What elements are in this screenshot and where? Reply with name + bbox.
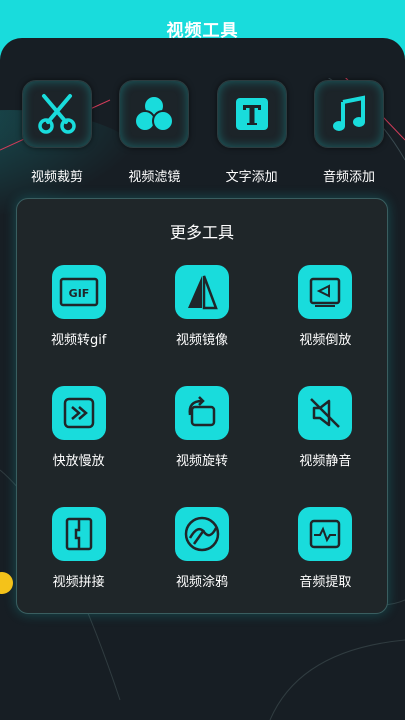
tool-label: 音频添加 [322, 170, 375, 185]
tool-label: 视频涂鸦 [175, 575, 228, 590]
page-title: 视频工具 [166, 21, 239, 41]
audio-extract-icon [310, 519, 341, 549]
tool-label: 快放慢放 [52, 454, 105, 469]
more-tools-panel: 更多工具 GIF 视频转gif 视频镜像 视频倒放 快放慢放 视频旋转 视频静音… [16, 198, 388, 614]
tool-video-mirror[interactable]: 视频镜像 [140, 265, 263, 348]
tool-label: 视频静音 [299, 454, 352, 469]
tool-tile [174, 265, 229, 319]
panel-title: 更多工具 [169, 223, 234, 242]
tool-tile [174, 386, 229, 440]
tool-label: 视频旋转 [175, 454, 228, 469]
tool-tile [119, 80, 190, 148]
gif-icon: GIF [59, 277, 98, 307]
tool-tile [51, 507, 106, 561]
tool-audio-add[interactable]: 音频添加 [310, 80, 388, 190]
rotate-icon [188, 396, 216, 427]
music-note-icon [332, 95, 365, 131]
tool-tile [174, 507, 229, 561]
tool-label: 视频裁剪 [30, 170, 83, 185]
header-curve [0, 38, 405, 78]
tool-label: 文字添加 [225, 170, 278, 185]
doodle-icon [184, 516, 220, 552]
tool-tile [51, 386, 106, 440]
tool-tile [298, 265, 353, 319]
tool-audio-extract[interactable]: 音频提取 [264, 507, 387, 590]
tool-tile [298, 507, 353, 561]
text-T-icon [235, 98, 268, 130]
scissors-icon [38, 94, 76, 134]
tool-label: 视频转gif [50, 333, 107, 348]
decorative-dot [0, 572, 13, 594]
tool-video-splice[interactable]: 视频拼接 [17, 507, 140, 590]
tools-grid: GIF 视频转gif 视频镜像 视频倒放 快放慢放 视频旋转 视频静音 视频拼接… [17, 265, 387, 590]
tool-tile [216, 80, 287, 148]
reverse-icon [310, 277, 341, 307]
tool-video-filter[interactable]: 视频滤镜 [115, 80, 193, 190]
tool-text-add[interactable]: 文字添加 [213, 80, 291, 190]
mute-icon [310, 398, 341, 428]
tool-label: 视频倒放 [299, 333, 352, 348]
tool-label: 音频提取 [299, 575, 352, 590]
svg-text:GIF: GIF [68, 287, 89, 300]
tool-tile [313, 80, 384, 148]
tool-video-crop[interactable]: 视频裁剪 [18, 80, 96, 190]
filter-circles-icon [134, 95, 175, 132]
tool-label: 视频拼接 [52, 575, 105, 590]
tool-label: 视频镜像 [175, 333, 228, 348]
speed-icon [63, 397, 94, 429]
tool-video-reverse[interactable]: 视频倒放 [264, 265, 387, 348]
tool-speed-change[interactable]: 快放慢放 [17, 386, 140, 469]
tool-video-mute[interactable]: 视频静音 [264, 386, 387, 469]
tool-tile: GIF [51, 265, 106, 319]
splice-icon [65, 517, 92, 551]
tool-video-rotate[interactable]: 视频旋转 [140, 386, 263, 469]
mirror-icon [187, 275, 218, 310]
tool-tile [298, 386, 353, 440]
tool-video-to-gif[interactable]: GIF 视频转gif [17, 265, 140, 348]
tool-video-doodle[interactable]: 视频涂鸦 [140, 507, 263, 590]
featured-tools: 视频裁剪 视频滤镜 文字添加 音频添加 [18, 80, 388, 190]
tool-tile [22, 80, 92, 148]
tool-label: 视频滤镜 [128, 170, 181, 185]
